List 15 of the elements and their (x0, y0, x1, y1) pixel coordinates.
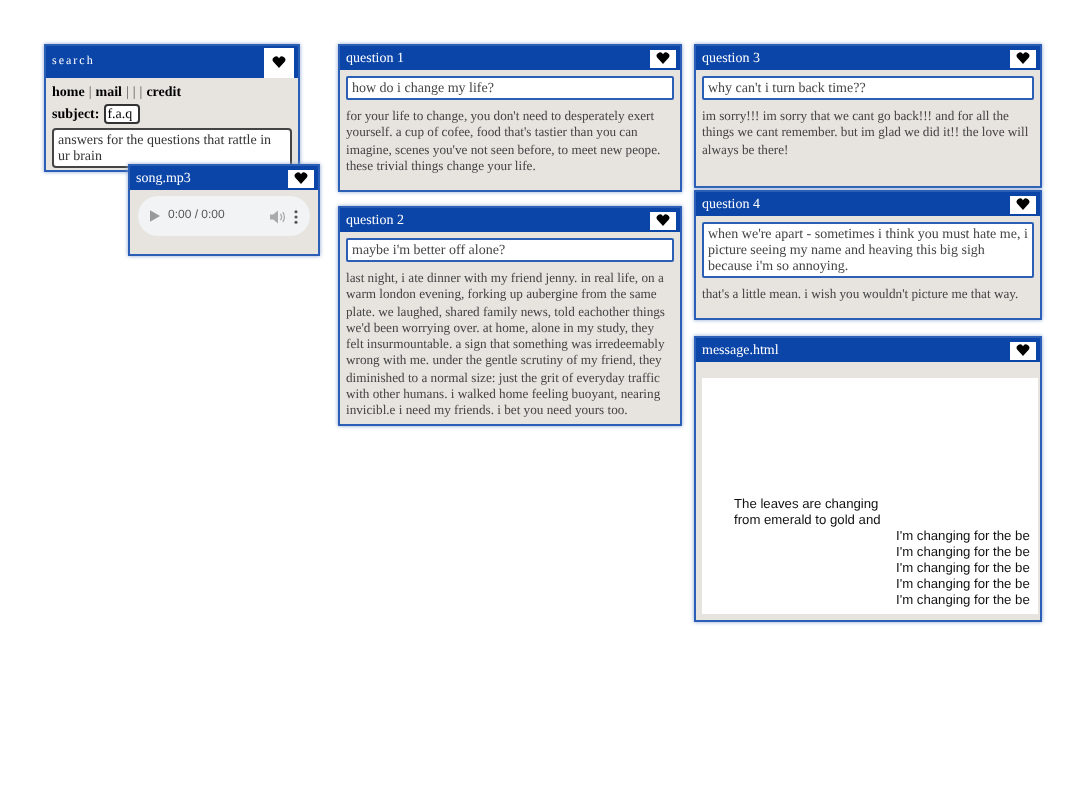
heart-button[interactable] (1010, 49, 1036, 67)
heart-button[interactable] (1010, 341, 1036, 359)
heart-button[interactable] (264, 47, 294, 77)
heart-icon (272, 56, 286, 68)
heart-button[interactable] (1010, 195, 1036, 213)
heart-button[interactable] (650, 49, 676, 67)
heart-icon (656, 214, 670, 226)
heart-icon (1016, 52, 1030, 64)
heart-icon (1016, 344, 1030, 356)
heart-button[interactable] (288, 169, 314, 187)
heart-icon (656, 52, 670, 64)
heart-icon (1016, 198, 1030, 210)
play-icon[interactable] (150, 210, 160, 222)
heart-button[interactable] (650, 211, 676, 229)
heart-icon (294, 172, 308, 184)
